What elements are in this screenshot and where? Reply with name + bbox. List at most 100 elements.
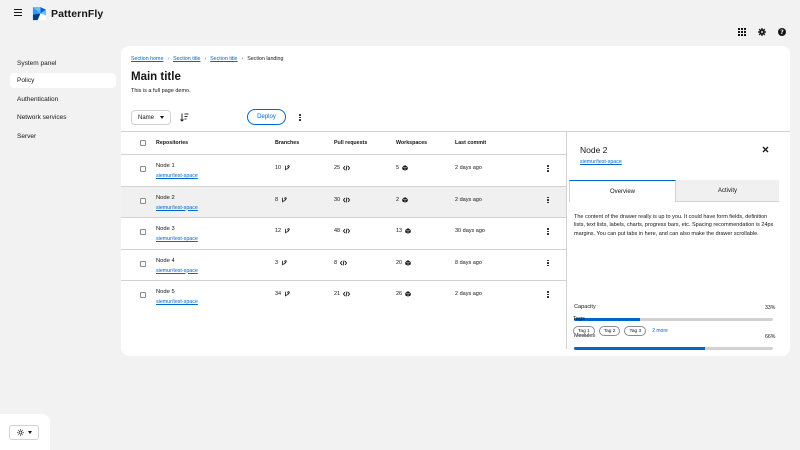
workspaces-cell: 13 (396, 228, 411, 234)
apps-grid-icon[interactable] (738, 28, 746, 36)
help-icon[interactable]: ? (778, 28, 786, 36)
theme-toggle-button[interactable] (9, 425, 39, 440)
sidebar-item-server[interactable]: Server (10, 129, 116, 144)
row-kebab-icon[interactable] (545, 259, 551, 266)
column-header-branches[interactable]: Branches (275, 140, 299, 146)
chevron-down-icon (27, 431, 32, 434)
branches-cell: 34 (275, 291, 290, 297)
drawer-title: Node 2 (580, 145, 608, 155)
table-row[interactable]: Node 2 siemur/test-space 8 30 2 2 days ago (121, 185, 566, 217)
repo-name: Node 2 (156, 194, 175, 201)
column-header-repositories[interactable]: Repositories (156, 140, 188, 146)
masthead-tools: ? (738, 28, 786, 36)
column-header-last-commit[interactable]: Last commit (455, 140, 486, 146)
main-content: Section home › Section title › Section t… (121, 46, 790, 356)
cube-icon (402, 196, 408, 203)
table-row[interactable]: Node 1 siemur/test-space 10 25 5 2 days ago (121, 154, 566, 185)
pull-requests-count: 8 (334, 259, 338, 266)
code-icon (343, 165, 351, 171)
chevron-right-icon: › (204, 56, 207, 62)
pull-requests-count: 48 (334, 228, 341, 234)
cube-icon (405, 228, 411, 234)
sort-select-value: Name (138, 114, 155, 121)
toolbar-kebab-icon[interactable] (297, 114, 303, 121)
brand-name: PatternFly (51, 7, 104, 20)
sort-select[interactable]: Name (131, 110, 171, 125)
close-icon[interactable] (762, 146, 769, 153)
row-checkbox[interactable] (140, 197, 146, 204)
sidebar-item-label: Server (17, 133, 37, 140)
table-row[interactable]: Node 4 siemur/test-space 3 8 20 8 days ago (121, 248, 566, 280)
breadcrumb-link-section-title-2[interactable]: Section title (210, 56, 237, 62)
row-checkbox[interactable] (140, 229, 146, 235)
column-header-pull-requests[interactable]: Pull requests (334, 140, 367, 146)
workspaces-cell: 20 (396, 260, 411, 266)
sidebar-item-system-panel[interactable]: System panel (10, 56, 116, 71)
progress-bar-capacity (574, 318, 773, 321)
table-row[interactable]: Node 5 siemur/test-space 34 21 26 2 days ago (121, 280, 566, 311)
drawer-body-text: The content of the drawer really is up t… (574, 214, 774, 237)
cube-icon (402, 165, 408, 171)
workspaces-count: 20 (396, 259, 403, 266)
pull-requests-cell: 21 (334, 291, 351, 297)
progress-value-modules: 66% (765, 334, 776, 340)
chevron-right-icon: › (167, 56, 170, 62)
branches-cell: 10 (275, 165, 290, 171)
hamburger-menu-icon[interactable] (14, 9, 22, 16)
tag-label[interactable]: Tag 1 (573, 326, 595, 336)
repo-link[interactable]: siemur/test-space (156, 236, 198, 242)
last-commit-cell: 2 days ago (455, 291, 482, 297)
code-icon (340, 259, 348, 266)
code-branch-icon (282, 196, 287, 202)
branches-count: 3 (275, 259, 279, 266)
code-icon (343, 291, 351, 297)
column-header-workspaces[interactable]: Workspaces (396, 140, 427, 146)
progress-bar-modules (574, 347, 773, 350)
sidebar-item-network-services[interactable]: Network services (10, 110, 116, 125)
tab-overview[interactable]: Overview (569, 180, 676, 202)
tags-more-link[interactable]: 2 more (652, 328, 668, 334)
last-commit-cell: 8 days ago (455, 259, 482, 266)
sidebar-item-label: System panel (17, 60, 57, 67)
sidebar-item-policy[interactable]: Policy (10, 73, 116, 88)
brand-logo[interactable]: PatternFly (32, 6, 103, 21)
breadcrumb-link-section-home[interactable]: Section home (131, 56, 163, 62)
repo-name: Node 3 (156, 226, 175, 232)
breadcrumb-current: Section landing (247, 56, 284, 62)
drawer-repo-link[interactable]: siemur/test-space (580, 159, 622, 165)
repo-link[interactable]: siemur/test-space (156, 299, 198, 305)
sidebar-nav: System panel Policy Authentication Netwo… (0, 46, 122, 450)
repo-link[interactable]: siemur/test-space (156, 205, 198, 211)
row-kebab-icon[interactable] (545, 196, 551, 203)
last-commit-cell: 2 days ago (455, 196, 482, 203)
tab-activity[interactable]: Activity (676, 180, 779, 202)
chevron-right-icon: › (241, 56, 244, 62)
row-kebab-icon[interactable] (545, 228, 551, 235)
repo-name: Node 4 (156, 257, 175, 264)
progress-value-capacity: 33% (765, 305, 776, 311)
progress-fill-capacity (574, 318, 640, 321)
repo-link[interactable]: siemur/test-space (156, 173, 198, 179)
tag-label[interactable]: Tag 3 (624, 326, 647, 336)
sidebar-item-authentication[interactable]: Authentication (10, 92, 116, 107)
workspaces-count: 26 (396, 291, 403, 297)
row-checkbox[interactable] (140, 260, 146, 267)
row-checkbox[interactable] (140, 166, 146, 172)
deploy-button[interactable]: Deploy (247, 109, 286, 125)
patternfly-logo-icon (32, 6, 47, 21)
gear-icon[interactable] (758, 28, 766, 36)
code-branch-icon (285, 165, 290, 171)
select-all-checkbox[interactable] (140, 140, 146, 146)
code-branch-icon (285, 291, 290, 297)
sort-amount-icon[interactable] (180, 113, 189, 122)
repo-link[interactable]: siemur/test-space (156, 268, 198, 274)
row-kebab-icon[interactable] (545, 291, 551, 298)
breadcrumb-link-section-title-1[interactable]: Section title (173, 56, 200, 62)
table-row[interactable]: Node 3 siemur/test-space 12 48 13 30 days ago (121, 217, 566, 248)
tag-label[interactable]: Tag 2 (598, 326, 621, 336)
workspaces-count: 13 (396, 228, 403, 234)
code-icon (343, 228, 351, 234)
row-checkbox[interactable] (140, 292, 146, 298)
row-kebab-icon[interactable] (545, 165, 551, 172)
branches-count: 12 (275, 228, 282, 234)
